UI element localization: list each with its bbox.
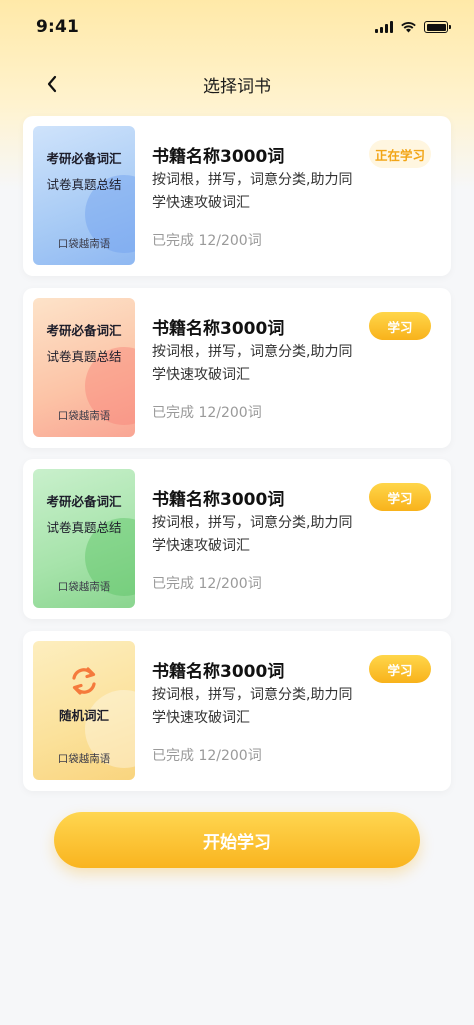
book-progress: 已完成 12/200词 [152,405,262,421]
cover-publisher: 口袋越南语 [57,238,111,250]
book-card[interactable]: 考研必备词汇 试卷真题总结 口袋越南语 书籍名称3000词 按词根，拼写，词意分… [23,116,451,276]
book-description: 按词根，拼写，词意分类,助力同学快速攻破词汇 [152,344,353,383]
book-description: 按词根，拼写，词意分类,助力同学快速攻破词汇 [152,687,353,726]
signal-icon [375,21,393,33]
cover-subtitle: 试卷真题总结 [46,520,122,535]
book-card[interactable]: 考研必备词汇 试卷真题总结 口袋越南语 书籍名称3000词 按词根，拼写，词意分… [23,459,451,619]
study-button[interactable]: 学习 [369,312,431,340]
book-cover: 考研必备词汇 试卷真题总结 口袋越南语 [33,126,135,265]
book-cover: 随机词汇 口袋越南语 [33,641,135,780]
cover-title: 考研必备词汇 [46,494,122,509]
status-bar: 9:41 [0,0,474,54]
chevron-left-icon [47,75,57,93]
status-icons [375,21,451,33]
book-progress: 已完成 12/200词 [152,748,262,764]
cover-publisher: 口袋越南语 [57,753,111,765]
book-description: 按词根，拼写，词意分类,助力同学快速攻破词汇 [152,515,353,554]
status-time: 9:41 [36,17,80,37]
book-card[interactable]: 随机词汇 口袋越南语 书籍名称3000词 按词根，拼写，词意分类,助力同学快速攻… [23,631,451,791]
learning-status-button[interactable]: 正在学习 [369,140,431,168]
cover-title: 随机词汇 [58,708,109,723]
book-progress: 已完成 12/200词 [152,233,262,249]
book-title: 书籍名称3000词 [152,147,285,167]
refresh-icon [72,667,96,695]
cover-title: 考研必备词汇 [46,323,122,338]
book-progress: 已完成 12/200词 [152,576,262,592]
start-learning-button[interactable]: 开始学习 [54,812,420,868]
study-button[interactable]: 学习 [369,483,431,511]
book-title: 书籍名称3000词 [152,319,285,339]
book-description: 按词根，拼写，词意分类,助力同学快速攻破词汇 [152,172,353,211]
book-cover: 考研必备词汇 试卷真题总结 口袋越南语 [33,469,135,608]
cover-subtitle: 试卷真题总结 [46,177,122,192]
back-button[interactable] [38,70,66,98]
cover-publisher: 口袋越南语 [57,581,111,593]
cover-subtitle: 试卷真题总结 [46,349,122,364]
book-title: 书籍名称3000词 [152,662,285,682]
study-button[interactable]: 学习 [369,655,431,683]
cover-title: 考研必备词汇 [46,151,122,166]
book-card[interactable]: 考研必备词汇 试卷真题总结 口袋越南语 书籍名称3000词 按词根，拼写，词意分… [23,288,451,448]
battery-icon [424,21,451,33]
wifi-icon [401,21,416,33]
page-title: 选择词书 [203,76,271,97]
book-title: 书籍名称3000词 [152,490,285,510]
book-cover: 考研必备词汇 试卷真题总结 口袋越南语 [33,298,135,437]
cover-publisher: 口袋越南语 [57,410,111,422]
nav-bar: 选择词书 [0,62,474,106]
